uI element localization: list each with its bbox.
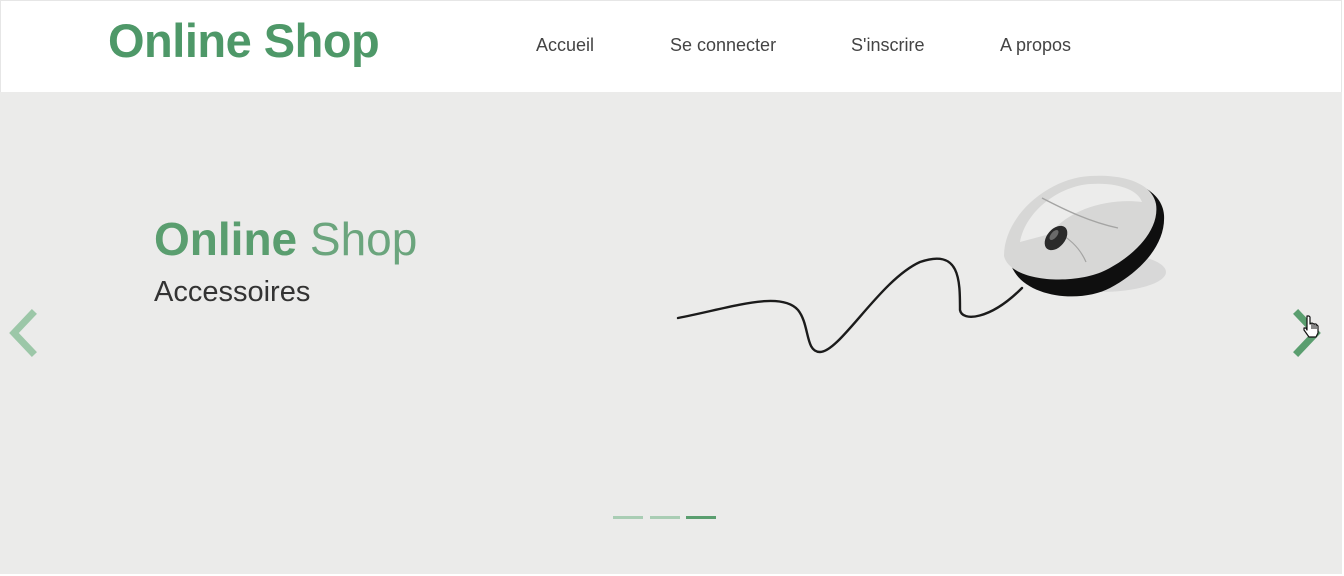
computer-mouse-image <box>676 175 1166 354</box>
hero-subtitle: Accessoires <box>154 276 311 308</box>
nav-item-a-propos[interactable]: A propos <box>1000 35 1071 56</box>
carousel-indicator-3-active[interactable] <box>686 516 716 519</box>
carousel-indicator-2[interactable] <box>650 516 680 519</box>
carousel-prev-button[interactable] <box>2 308 42 358</box>
hero-title-bold: Online <box>154 213 298 265</box>
nav-item-sinscrire[interactable]: S'inscrire <box>851 35 924 56</box>
site-logo[interactable]: Online Shop <box>108 15 380 67</box>
nav-item-se-connecter[interactable]: Se connecter <box>670 35 776 56</box>
carousel-indicator-1[interactable] <box>613 516 643 519</box>
hero-title-light: Shop <box>309 213 418 265</box>
hero-title: Online Shop <box>154 214 417 265</box>
site-header: Online Shop Accueil Se connecter S'inscr… <box>0 0 1342 92</box>
hero-carousel: Online Shop Accessoires <box>0 92 1342 574</box>
nav-item-accueil[interactable]: Accueil <box>536 35 594 56</box>
chevron-left-icon <box>9 309 37 357</box>
hand-cursor-icon <box>1303 315 1319 338</box>
